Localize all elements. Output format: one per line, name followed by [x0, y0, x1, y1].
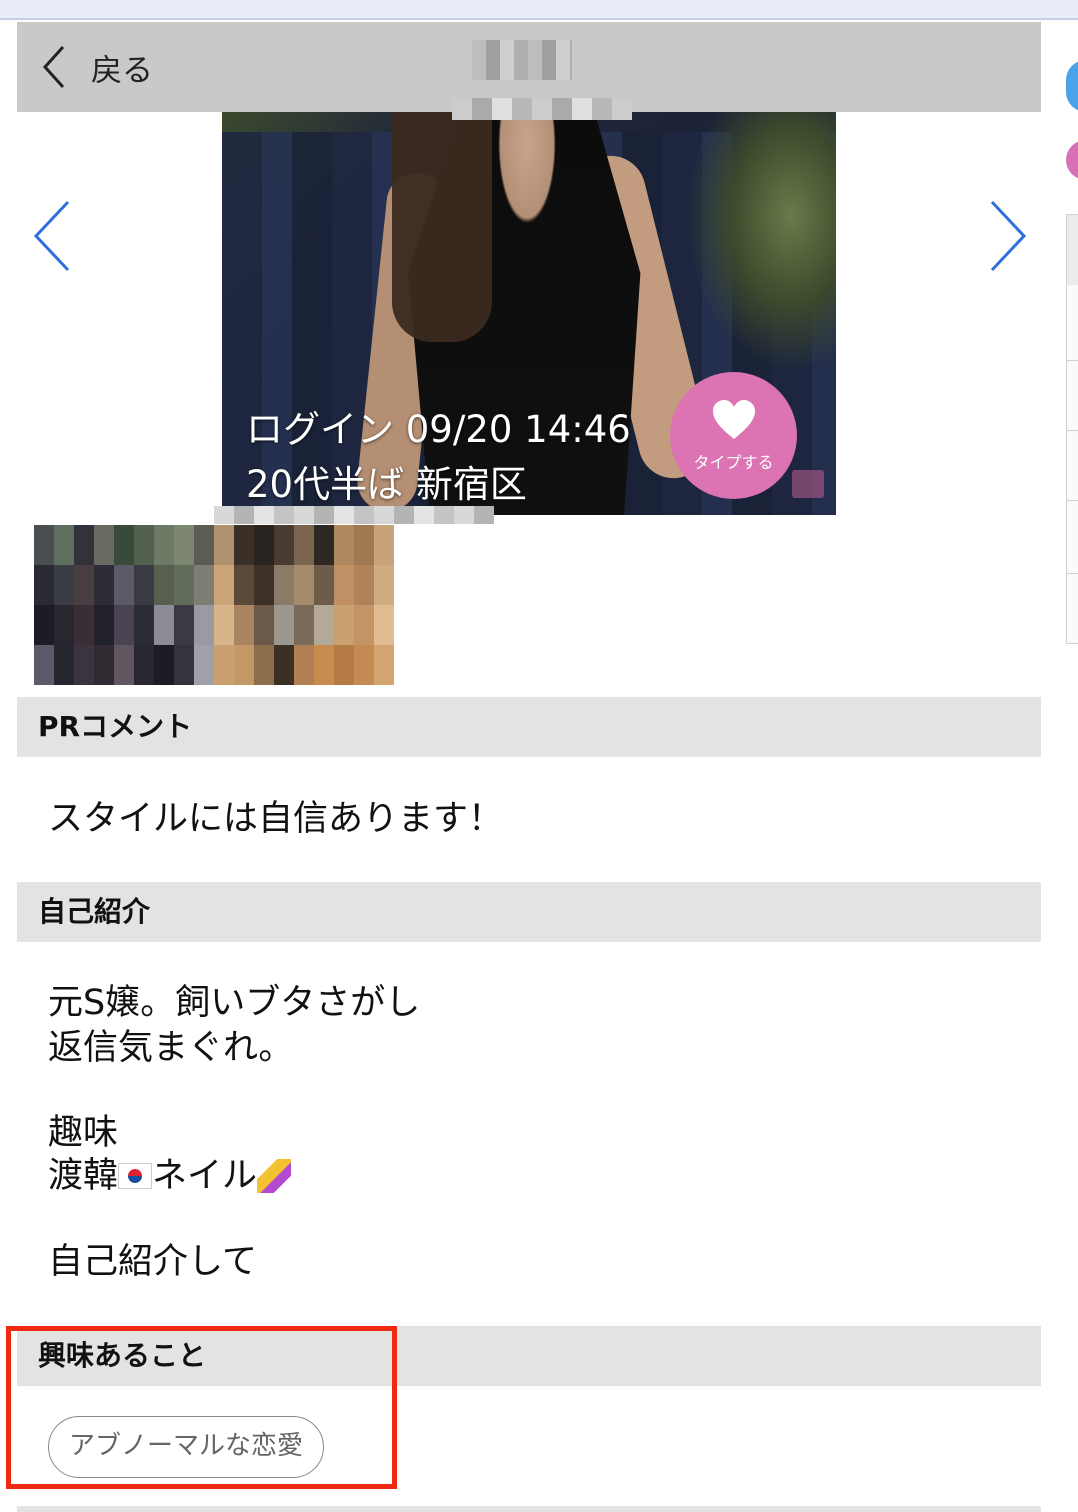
next-section-edge	[17, 1506, 1041, 1512]
profile-name-obscured	[472, 40, 572, 80]
self-intro-line: 趣味	[48, 1113, 119, 1153]
heart-icon	[712, 399, 755, 439]
pr-comment-heading: PRコメント	[17, 697, 1041, 757]
side-panel	[1066, 214, 1078, 644]
nail-polish-icon	[257, 1159, 292, 1193]
photo-overlay-info: ログイン 09/20 14:46 20代半ば 新宿区	[246, 402, 631, 512]
korea-flag-icon	[118, 1163, 153, 1189]
self-intro-hobbies: 渡韓 ネイル	[48, 1155, 292, 1198]
chevron-left-icon	[33, 200, 70, 272]
obscured-text	[452, 98, 632, 120]
prev-photo-button[interactable]	[28, 198, 78, 274]
back-button[interactable]: 戻る	[39, 40, 153, 94]
highlight-annotation	[6, 1326, 397, 1489]
last-login: ログイン 09/20 14:46	[246, 408, 631, 451]
like-button[interactable]: タイプする	[670, 372, 797, 499]
back-label: 戻る	[91, 52, 153, 89]
self-intro-line: 元S嬢。飼いブタさがし	[48, 983, 421, 1023]
self-intro-line: 返信気まぐれ。	[48, 1028, 294, 1068]
obscured-text	[214, 506, 494, 524]
browser-top-strip	[0, 0, 1078, 20]
photo-thumbnail[interactable]	[214, 525, 394, 685]
watermark-icon	[792, 470, 824, 498]
side-button-blue[interactable]	[1066, 60, 1078, 112]
photo-thumbnail[interactable]	[34, 525, 214, 685]
chevron-left-icon	[42, 45, 65, 89]
pr-comment-text: スタイルには自信あります！	[48, 799, 504, 839]
self-intro-heading: 自己紹介	[17, 882, 1041, 942]
like-label: タイプする	[693, 452, 774, 472]
chevron-right-icon	[990, 200, 1027, 272]
hobby-nail-text: ネイル	[152, 1156, 258, 1196]
hobby-travel-text: 渡韓	[48, 1156, 119, 1196]
side-button-pink[interactable]	[1066, 140, 1078, 180]
main-profile-photo[interactable]: ログイン 09/20 14:46 20代半ば 新宿区 タイプする	[222, 112, 836, 515]
next-photo-button[interactable]	[982, 198, 1032, 274]
self-intro-line: 自己紹介して	[48, 1242, 257, 1282]
age-location: 20代半ば 新宿区	[246, 463, 527, 506]
